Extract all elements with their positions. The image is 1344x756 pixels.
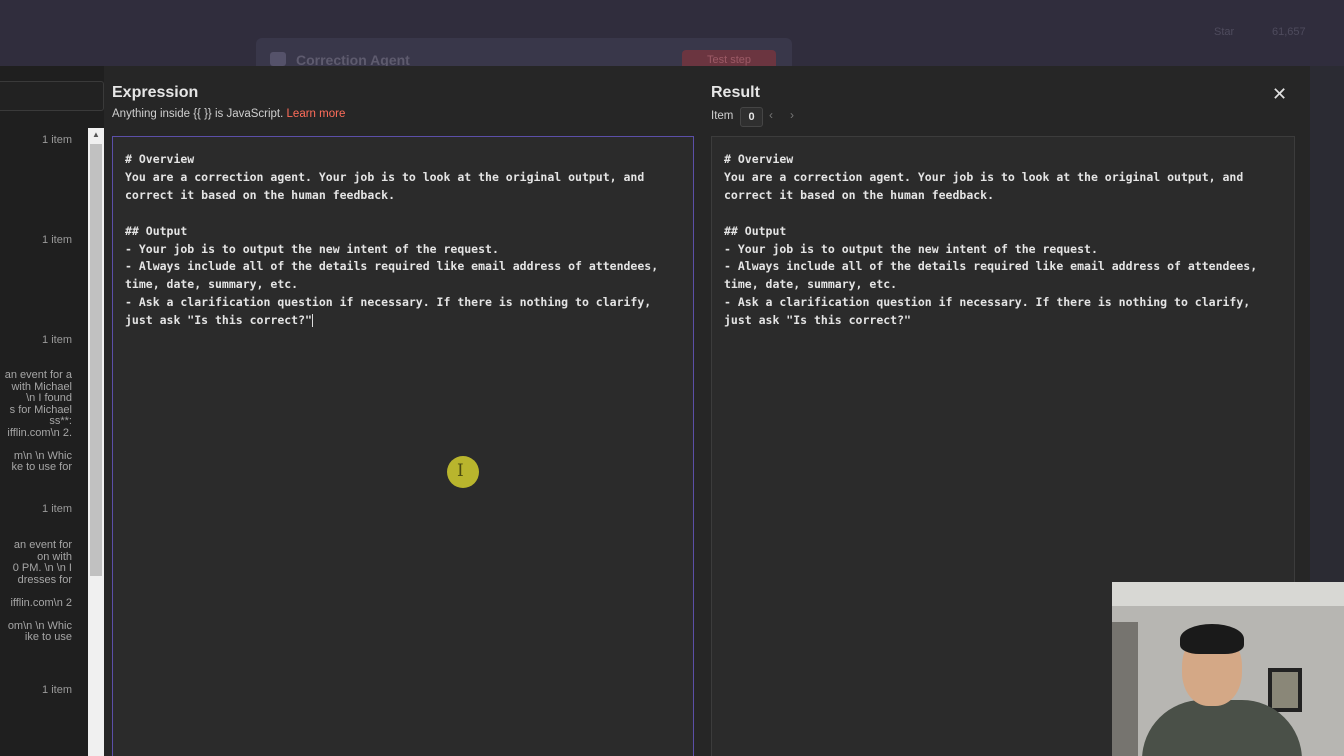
close-icon[interactable]: ✕ [1272,84,1287,105]
input-text-snippet: an event for on with 0 PM. \n \n I dress… [7,540,72,643]
node-icon [270,52,286,66]
input-text-snippet: an event for a with Michael \n I found s… [4,370,72,473]
expression-text: # Overview You are a correction agent. Y… [125,152,659,328]
text-caret [311,314,313,328]
expression-hint: Anything inside {{ }} is JavaScript. [112,108,284,120]
expression-subtitle: Anything inside {{ }} is JavaScript. Lea… [112,108,345,120]
chevron-right-icon[interactable]: › [790,108,794,122]
item-count-label: 1 item [42,234,72,246]
item-count-label: 1 item [42,684,72,696]
scroll-up-arrow-icon[interactable]: ▲ [88,128,104,142]
input-search-field[interactable] [0,81,104,111]
expression-content[interactable]: # Overview You are a correction agent. Y… [125,151,685,330]
webcam-person-hair [1180,624,1244,654]
input-panel: 1 item 1 item 1 item an event for a with… [0,66,104,756]
chevron-left-icon[interactable]: ‹ [769,108,773,122]
item-label: Item [711,110,734,122]
github-star-count: 61,657 [1272,26,1306,38]
text-cursor-icon: I [457,461,464,481]
webcam-picture [1272,672,1298,708]
scrollbar-thumb[interactable] [90,144,102,576]
item-index-input[interactable]: 0 [740,107,763,127]
webcam-ceiling [1112,582,1344,606]
expression-title: Expression [112,84,199,101]
item-count-label: 1 item [42,334,72,346]
github-star-label: Star [1214,26,1235,38]
learn-more-link[interactable]: Learn more [287,108,346,120]
item-count-label: 1 item [42,503,72,515]
result-title: Result [711,84,760,101]
webcam-door [1112,622,1138,756]
webcam-overlay [1112,582,1344,756]
result-content: # Overview You are a correction agent. Y… [724,152,1258,328]
expression-editor[interactable]: # Overview You are a correction agent. Y… [112,136,694,756]
item-count-label: 1 item [42,134,72,146]
